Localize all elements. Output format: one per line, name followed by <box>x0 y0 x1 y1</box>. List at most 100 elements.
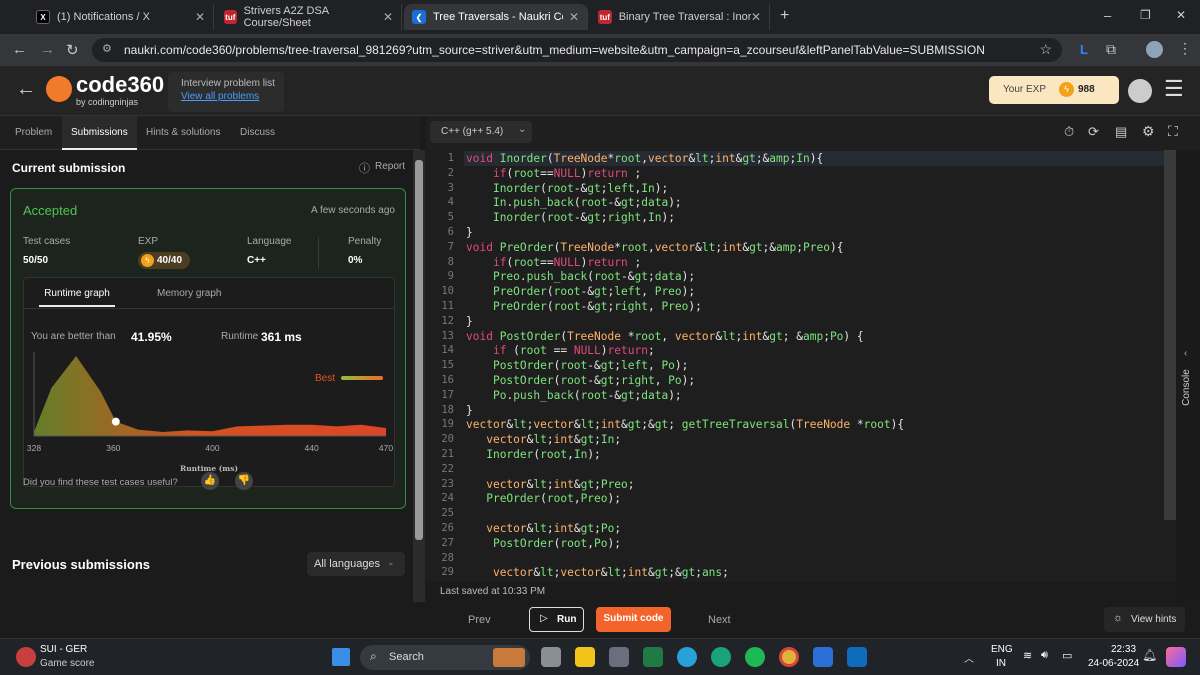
code-line[interactable]: Po.push_back(root-&gt;data); <box>466 389 682 402</box>
code-line[interactable]: void Inorder(TreeNode*root,vector&lt;int… <box>466 152 823 165</box>
wifi-icon[interactable]: ≋ <box>1023 649 1032 662</box>
left-scrollbar-thumb[interactable] <box>415 160 423 540</box>
run-button[interactable]: ▷ Run <box>529 607 584 632</box>
language-indicator-2[interactable]: IN <box>996 658 1006 669</box>
code-line[interactable]: PreOrder(root,Preo); <box>466 492 621 505</box>
editor-scrollbar-thumb[interactable] <box>1164 150 1176 520</box>
chevron-left-icon[interactable]: ‹ <box>1184 348 1187 359</box>
code-line[interactable]: Inorder(root-&gt;right,In); <box>466 211 675 224</box>
maximize-button[interactable]: ❐ <box>1140 8 1151 22</box>
tab-striver-sheet[interactable]: tuf Strivers A2Z DSA Course/Sheet ✕ <box>216 4 402 30</box>
code-line[interactable]: PostOrder(root,Po); <box>466 537 621 550</box>
site-settings-icon[interactable]: ⚙ <box>102 42 112 55</box>
excel-icon[interactable] <box>643 647 663 667</box>
chevron-up-icon[interactable]: ︿ <box>964 650 974 665</box>
next-button[interactable]: Next <box>708 614 731 626</box>
battery-icon[interactable]: ▭ <box>1062 649 1072 662</box>
sports-widget-icon[interactable] <box>16 647 36 667</box>
code-line[interactable]: PreOrder(root-&gt;left, Preo); <box>466 285 695 298</box>
report-link[interactable]: Report <box>375 161 405 172</box>
code-line[interactable]: vector&lt;int&gt;In; <box>466 433 621 446</box>
thumbs-down-icon[interactable]: 👎 <box>235 472 253 490</box>
bookmark-star-icon[interactable]: ☆ <box>1039 41 1052 58</box>
back-arrow-icon[interactable]: ← <box>12 41 27 58</box>
new-tab-button[interactable]: + <box>780 7 789 25</box>
tab-memory-graph[interactable]: Memory graph <box>157 288 221 299</box>
close-icon[interactable]: ✕ <box>383 10 393 24</box>
your-runtime-marker[interactable] <box>111 417 120 426</box>
todo-icon[interactable] <box>813 647 833 667</box>
hamburger-menu-icon[interactable]: ☰ <box>1164 76 1184 102</box>
code-line[interactable]: PreOrder(root-&gt;right, Preo); <box>466 300 702 313</box>
extension-icon[interactable]: L <box>1080 42 1088 57</box>
close-window-button[interactable]: ✕ <box>1176 8 1186 22</box>
language-select[interactable]: C++ (g++ 5.4) ⌄ <box>430 121 532 143</box>
file-explorer-icon[interactable] <box>575 647 595 667</box>
reload-icon[interactable]: ↻ <box>66 41 79 59</box>
widget-subtitle[interactable]: Game score <box>40 658 94 669</box>
volume-icon[interactable]: 🔊︎ <box>1041 649 1048 662</box>
code-line[interactable]: PostOrder(root-&gt;left, Po); <box>466 359 688 372</box>
code-line[interactable]: PostOrder(root-&gt;right, Po); <box>466 374 695 387</box>
layout-icon[interactable]: ▤ <box>1115 124 1127 140</box>
close-icon[interactable]: ✕ <box>569 10 579 24</box>
url-field[interactable]: ⚙ naukri.com/code360/problems/tree-trave… <box>92 38 1062 62</box>
minimize-button[interactable]: – <box>1104 8 1111 23</box>
tab-discuss[interactable]: Discuss <box>240 116 275 150</box>
view-hints-button[interactable]: ☼ View hints <box>1104 607 1185 632</box>
code-line[interactable]: vector&lt;vector&lt;int&gt;&gt; getTreeT… <box>466 418 904 431</box>
browser-menu-icon[interactable]: ⋮ <box>1178 40 1192 57</box>
code-line[interactable]: void PreOrder(TreeNode*root,vector&lt;in… <box>466 241 843 254</box>
tab-tree-traversals[interactable]: ❮ Tree Traversals - Naukri Code 360 ✕ <box>404 4 588 30</box>
telegram-icon[interactable] <box>677 647 697 667</box>
code-line[interactable]: if(root==NULL)return ; <box>466 256 641 269</box>
fullscreen-icon[interactable]: ⛶ <box>1168 123 1178 140</box>
profile-avatar[interactable] <box>1146 41 1163 58</box>
thumbs-up-icon[interactable]: 👍 <box>201 472 219 490</box>
forward-arrow-icon[interactable]: → <box>40 41 55 58</box>
code-line[interactable]: Inorder(root-&gt;left,In); <box>466 182 668 195</box>
console-sidebar[interactable]: ‹ Console <box>1176 150 1200 602</box>
tab-problem[interactable]: Problem <box>15 116 52 150</box>
language-indicator-1[interactable]: ENG <box>991 644 1013 655</box>
chrome-icon[interactable] <box>779 647 799 667</box>
extensions-puzzle-icon[interactable]: ⧉ <box>1106 41 1116 58</box>
settings-gear-icon[interactable]: ⚙ <box>1142 123 1155 140</box>
code-line[interactable]: } <box>466 404 473 417</box>
edge-icon[interactable] <box>711 647 731 667</box>
outlook-icon[interactable] <box>847 647 867 667</box>
code-editor[interactable]: 1 void Inorder(TreeNode*root,vector&lt;in… <box>426 150 1176 582</box>
taskbar-search[interactable]: ⌕ Search <box>360 645 530 670</box>
code-line[interactable]: if (root == NULL)return; <box>466 344 655 357</box>
code-line[interactable]: Inorder(root,In); <box>466 448 601 461</box>
code-line[interactable]: } <box>466 226 473 239</box>
reset-icon[interactable]: ⟳ <box>1088 124 1099 140</box>
tab-submissions[interactable]: Submissions <box>62 116 137 150</box>
clock-date[interactable]: 24-06-2024 <box>1088 658 1139 669</box>
tab-binary-tree[interactable]: tuf Binary Tree Traversal : Inorder P ✕ <box>590 4 770 30</box>
exp-badge[interactable]: Your EXP ϟ 988 <box>989 76 1119 104</box>
close-icon[interactable]: ✕ <box>751 10 761 24</box>
code-line[interactable]: vector&lt;int&gt;Preo; <box>466 478 634 491</box>
copilot-icon[interactable] <box>1166 647 1186 667</box>
view-all-problems-link[interactable]: View all problems <box>181 91 259 102</box>
windows-start-icon[interactable] <box>332 648 350 666</box>
widget-title[interactable]: SUI - GER <box>40 644 87 655</box>
code-line[interactable]: vector&lt;int&gt;Po; <box>466 522 621 535</box>
user-avatar[interactable] <box>1128 79 1152 103</box>
code-line[interactable]: void PostOrder(TreeNode *root, vector&lt… <box>466 330 864 343</box>
console-label[interactable]: Console <box>1181 369 1192 406</box>
code-line[interactable]: In.push_back(root-&gt;data); <box>466 196 682 209</box>
timer-icon[interactable]: ⏱ <box>1064 124 1074 140</box>
code-line[interactable]: vector&lt;vector&lt;int&gt;&gt;ans; <box>466 566 729 579</box>
notification-bell-icon[interactable]: 🔔︎ <box>1142 648 1157 662</box>
code-line[interactable]: Preo.push_back(root-&gt;data); <box>466 270 695 283</box>
tab-hints-solutions[interactable]: Hints & solutions <box>146 116 220 150</box>
back-arrow-icon[interactable]: ← <box>16 78 36 101</box>
code-line[interactable]: if(root==NULL)return ; <box>466 167 641 180</box>
tab-notifications[interactable]: X (1) Notifications / X ✕ <box>28 4 214 30</box>
code-line[interactable]: } <box>466 315 473 328</box>
spotify-icon[interactable] <box>745 647 765 667</box>
clock-time[interactable]: 22:33 <box>1111 644 1136 655</box>
task-view-icon[interactable] <box>541 647 561 667</box>
